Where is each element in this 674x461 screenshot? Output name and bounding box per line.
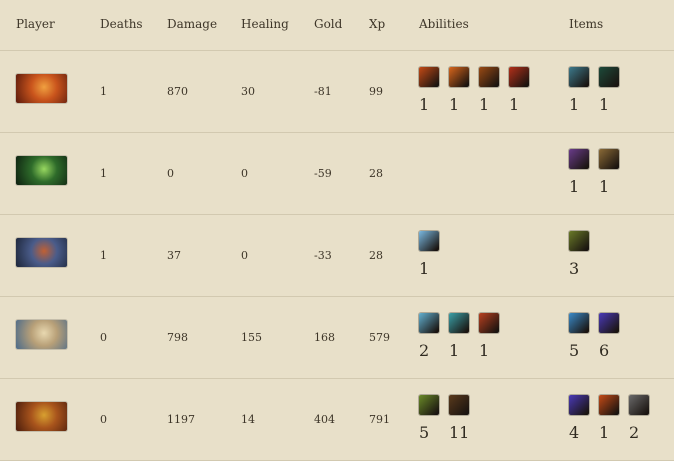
header-items: Items	[569, 17, 604, 31]
explosion-ability-icon[interactable]	[509, 67, 529, 87]
gold-cell: -81	[314, 85, 332, 98]
ice-blast-ability-icon[interactable]	[419, 313, 439, 333]
healing-cell: 155	[241, 331, 262, 344]
table-row[interactable]: 1 0 0 -59 28 1 1	[0, 133, 674, 215]
healing-cell: 30	[241, 85, 255, 98]
ability-count: 1	[479, 95, 490, 114]
damage-cell: 0	[167, 167, 174, 180]
xp-cell: 579	[369, 331, 390, 344]
xp-cell: 28	[369, 249, 383, 262]
flame-burst-ability-icon[interactable]	[479, 313, 499, 333]
deaths-cell: 1	[100, 85, 107, 98]
battle-axe-item-icon[interactable]	[629, 395, 649, 415]
deaths-cell: 0	[100, 413, 107, 426]
item-count: 1	[569, 95, 580, 114]
ability-count: 1	[449, 95, 460, 114]
healing-cell: 0	[241, 249, 248, 262]
header-xp[interactable]: Xp	[369, 17, 385, 31]
item-count: 5	[569, 341, 580, 360]
header-abilities: Abilities	[419, 17, 469, 31]
xp-cell: 28	[369, 167, 383, 180]
spectral-figure-ability-icon[interactable]	[449, 313, 469, 333]
ability-count: 11	[449, 423, 470, 442]
mana-staff-item-icon[interactable]	[569, 395, 589, 415]
hero-portrait-green-mask[interactable]	[16, 156, 67, 185]
ability-count: 1	[419, 95, 430, 114]
green-wand-item-icon[interactable]	[599, 67, 619, 87]
header-healing[interactable]: Healing	[241, 17, 289, 31]
deaths-cell: 0	[100, 331, 107, 344]
table-row[interactable]: 1 37 0 -33 28 1 3	[0, 215, 674, 297]
item-count: 1	[599, 95, 610, 114]
healing-cell: 14	[241, 413, 255, 426]
ability-count: 2	[419, 341, 430, 360]
scroll-item-icon[interactable]	[599, 149, 619, 169]
ability-count: 1	[479, 341, 490, 360]
frost-orb-item-icon[interactable]	[569, 67, 589, 87]
ability-count: 1	[449, 341, 460, 360]
xp-cell: 791	[369, 413, 390, 426]
hero-portrait-fiery-warrior[interactable]	[16, 74, 67, 103]
fire-blade-item-icon[interactable]	[599, 395, 619, 415]
blue-potion-item-icon[interactable]	[569, 313, 589, 333]
header-player[interactable]: Player	[16, 17, 55, 31]
gold-cell: -59	[314, 167, 332, 180]
damage-cell: 37	[167, 249, 181, 262]
claw-strike-ability-icon[interactable]	[449, 395, 469, 415]
gold-gauntlet-item-icon[interactable]	[569, 231, 589, 251]
scoreboard-table: Player Deaths Damage Healing Gold Xp Abi…	[0, 0, 674, 461]
healing-cell: 0	[241, 167, 248, 180]
header-deaths[interactable]: Deaths	[100, 17, 143, 31]
item-count: 2	[629, 423, 640, 442]
purple-dagger-item-icon[interactable]	[569, 149, 589, 169]
item-count: 4	[569, 423, 580, 442]
deaths-cell: 1	[100, 249, 107, 262]
hero-portrait-dwarf-gunner[interactable]	[16, 320, 67, 349]
ice-shard-ability-icon[interactable]	[419, 231, 439, 251]
table-row[interactable]: 1 870 30 -81 99 1 1 1 1 1 1	[0, 51, 674, 133]
flame-spear-ability-icon[interactable]	[449, 67, 469, 87]
gold-cell: 404	[314, 413, 335, 426]
green-beast-ability-icon[interactable]	[419, 395, 439, 415]
deaths-cell: 1	[100, 167, 107, 180]
table-header: Player Deaths Damage Healing Gold Xp Abi…	[0, 0, 674, 51]
gold-cell: 168	[314, 331, 335, 344]
hero-portrait-armored-brute[interactable]	[16, 238, 67, 267]
fire-fist-ability-icon[interactable]	[419, 67, 439, 87]
table-row[interactable]: 0 798 155 168 579 2 1 1 5 6	[0, 297, 674, 379]
mana-staff-item-icon[interactable]	[599, 313, 619, 333]
ability-count: 1	[509, 95, 520, 114]
gold-cell: -33	[314, 249, 332, 262]
item-count: 1	[569, 177, 580, 196]
damage-cell: 870	[167, 85, 188, 98]
burning-slash-ability-icon[interactable]	[479, 67, 499, 87]
header-gold[interactable]: Gold	[314, 17, 342, 31]
item-count: 3	[569, 259, 580, 278]
item-count: 1	[599, 423, 610, 442]
ability-count: 5	[419, 423, 430, 442]
table-row[interactable]: 0 1197 14 404 791 5 11 4 1 2	[0, 379, 674, 461]
damage-cell: 1197	[167, 413, 195, 426]
item-count: 6	[599, 341, 610, 360]
item-count: 1	[599, 177, 610, 196]
xp-cell: 99	[369, 85, 383, 98]
header-damage[interactable]: Damage	[167, 17, 217, 31]
ability-count: 1	[419, 259, 430, 278]
hero-portrait-beast-rider[interactable]	[16, 402, 67, 431]
damage-cell: 798	[167, 331, 188, 344]
